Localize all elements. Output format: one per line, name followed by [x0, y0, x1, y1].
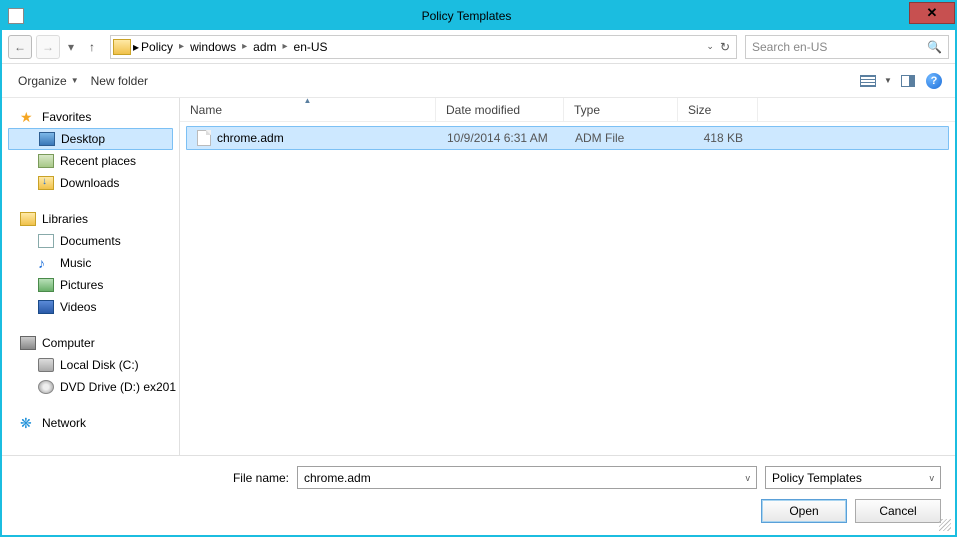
column-name[interactable]: Name▲ — [180, 98, 436, 121]
sidebar-item-music[interactable]: ♪Music — [8, 252, 179, 274]
new-folder-label: New folder — [91, 74, 148, 88]
sidebar-item-local-disk[interactable]: Local Disk (C:) — [8, 354, 179, 376]
network-group[interactable]: ❋Network — [8, 412, 179, 434]
cancel-button[interactable]: Cancel — [855, 499, 941, 523]
preview-pane-icon — [901, 75, 915, 87]
breadcrumb-part[interactable]: Policy — [139, 38, 175, 56]
sidebar-item-recent[interactable]: Recent places — [8, 150, 179, 172]
search-placeholder: Search en-US — [752, 40, 927, 54]
titlebar: Policy Templates ✕ — [2, 2, 955, 30]
pictures-icon — [38, 278, 54, 292]
column-size[interactable]: Size — [678, 98, 758, 121]
recent-icon — [38, 154, 54, 168]
computer-group[interactable]: Computer — [8, 332, 179, 354]
file-size: 418 KB — [679, 131, 753, 145]
dialog-footer: File name: chrome.adm v Policy Templates… — [2, 455, 955, 535]
preview-pane-button[interactable] — [897, 70, 919, 92]
column-date[interactable]: Date modified — [436, 98, 564, 121]
history-dropdown[interactable]: ▾ — [64, 35, 78, 59]
system-icon — [8, 8, 24, 24]
address-dropdown-icon[interactable]: ⌄ — [706, 41, 714, 52]
window-title: Policy Templates — [24, 9, 909, 23]
videos-icon — [38, 300, 54, 314]
file-date: 10/9/2014 6:31 AM — [437, 131, 565, 145]
back-button[interactable]: ← — [8, 35, 32, 59]
star-icon: ★ — [20, 110, 36, 124]
file-list-pane: Name▲ Date modified Type Size chrome.adm… — [180, 98, 955, 455]
organize-button[interactable]: Organize ▼ — [12, 70, 85, 92]
network-icon: ❋ — [20, 416, 36, 430]
filename-value: chrome.adm — [304, 471, 371, 485]
desktop-icon — [39, 132, 55, 146]
favorites-group[interactable]: ★Favorites — [8, 106, 179, 128]
breadcrumb: Policy▸ windows▸ adm▸ en-US — [139, 38, 702, 56]
column-type[interactable]: Type — [564, 98, 678, 121]
help-icon: ? — [926, 73, 942, 89]
libraries-group[interactable]: Libraries — [8, 208, 179, 230]
breadcrumb-part[interactable]: en-US — [292, 38, 330, 56]
filetype-value: Policy Templates — [772, 471, 862, 485]
search-icon: 🔍 — [927, 40, 942, 54]
folder-icon — [113, 39, 131, 55]
help-button[interactable]: ? — [923, 70, 945, 92]
file-type: ADM File — [565, 131, 679, 145]
computer-icon — [20, 336, 36, 350]
filename-label: File name: — [233, 471, 289, 485]
disk-icon — [38, 358, 54, 372]
documents-icon — [38, 234, 54, 248]
dvd-icon — [38, 380, 54, 394]
sidebar-item-dvd-drive[interactable]: DVD Drive (D:) ex201 — [8, 376, 179, 398]
column-headers: Name▲ Date modified Type Size — [180, 98, 955, 122]
sort-asc-icon: ▲ — [304, 98, 312, 105]
organize-label: Organize — [18, 74, 67, 88]
file-name: chrome.adm — [217, 131, 284, 145]
libraries-icon — [20, 212, 36, 226]
close-button[interactable]: ✕ — [909, 2, 955, 24]
breadcrumb-part[interactable]: windows — [188, 38, 238, 56]
downloads-icon — [38, 176, 54, 190]
sidebar-item-desktop[interactable]: Desktop — [8, 128, 173, 150]
view-mode-dropdown[interactable]: ▼ — [883, 70, 893, 92]
open-button[interactable]: Open — [761, 499, 847, 523]
chevron-down-icon: v — [930, 473, 935, 483]
sidebar-item-videos[interactable]: Videos — [8, 296, 179, 318]
forward-button[interactable]: → — [36, 35, 60, 59]
list-view-icon — [860, 75, 876, 87]
sidebar-item-downloads[interactable]: Downloads — [8, 172, 179, 194]
close-icon: ✕ — [927, 5, 938, 21]
chevron-down-icon: ▼ — [71, 76, 79, 85]
filetype-dropdown[interactable]: Policy Templates v — [765, 466, 941, 489]
up-button[interactable]: ↑ — [82, 37, 102, 57]
address-bar[interactable]: ▸ Policy▸ windows▸ adm▸ en-US ⌄ ↻ — [110, 35, 737, 59]
new-folder-button[interactable]: New folder — [85, 70, 154, 92]
filename-input[interactable]: chrome.adm v — [297, 466, 757, 489]
view-mode-button[interactable] — [857, 70, 879, 92]
sidebar-item-pictures[interactable]: Pictures — [8, 274, 179, 296]
toolbar: Organize ▼ New folder ▼ ? — [2, 64, 955, 98]
file-icon — [197, 130, 211, 146]
resize-grip[interactable] — [939, 519, 951, 531]
file-row[interactable]: chrome.adm 10/9/2014 6:31 AM ADM File 41… — [186, 126, 949, 150]
refresh-icon[interactable]: ↻ — [720, 40, 730, 54]
breadcrumb-part[interactable]: adm — [251, 38, 278, 56]
navigation-pane: ★Favorites Desktop Recent places Downloa… — [2, 98, 180, 455]
search-input[interactable]: Search en-US 🔍 — [745, 35, 949, 59]
music-icon: ♪ — [38, 256, 54, 270]
sidebar-item-documents[interactable]: Documents — [8, 230, 179, 252]
nav-bar: ← → ▾ ↑ ▸ Policy▸ windows▸ adm▸ en-US ⌄ … — [2, 30, 955, 64]
chevron-down-icon: v — [746, 473, 751, 483]
